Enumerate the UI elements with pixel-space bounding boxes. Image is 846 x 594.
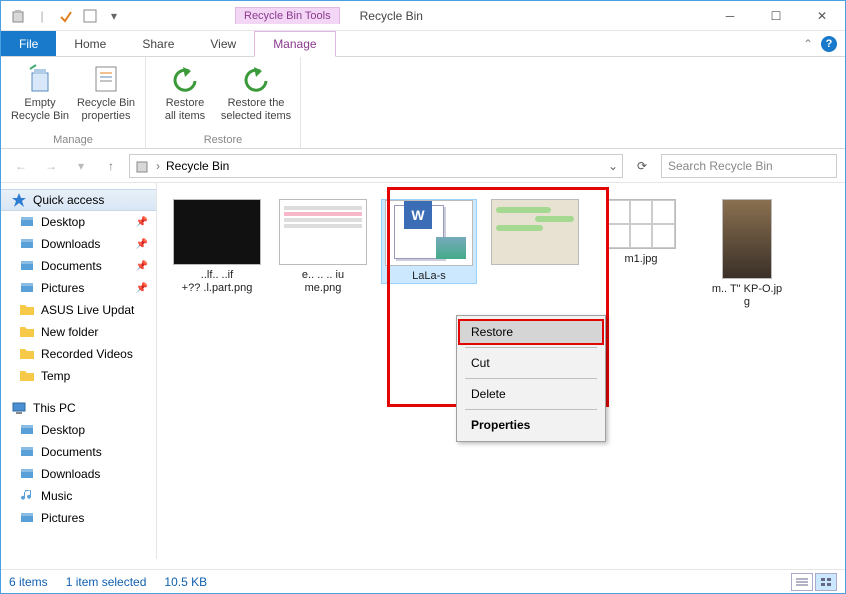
file-item[interactable]: m1.jpg — [593, 199, 689, 266]
qat-item[interactable] — [55, 5, 77, 27]
file-item[interactable]: m.. T" KP-O.jp g — [699, 199, 795, 309]
context-menu: Restore Cut Delete Properties — [456, 315, 606, 442]
sidebar-item[interactable]: Downloads📌 — [1, 233, 156, 255]
sidebar-item[interactable]: Music — [1, 485, 156, 507]
search-input[interactable]: Search Recycle Bin — [661, 154, 837, 178]
ribbon: Empty Recycle Bin Recycle Bin properties… — [1, 57, 845, 149]
main-area: Quick access Desktop📌Downloads📌Documents… — [1, 183, 845, 559]
file-item[interactable] — [487, 199, 583, 269]
manage-tab[interactable]: Manage — [254, 31, 335, 57]
context-menu-item[interactable]: Restore — [459, 320, 603, 344]
sidebar-item[interactable]: ASUS Live Updat — [1, 299, 156, 321]
breadcrumb[interactable]: Recycle Bin — [166, 159, 229, 173]
contextual-tab-label: Recycle Bin Tools — [235, 7, 340, 24]
file-item[interactable]: e.. .. .. iu me.png — [275, 199, 371, 295]
ribbon-group-manage: Empty Recycle Bin Recycle Bin properties… — [1, 57, 146, 148]
sidebar-this-pc[interactable]: This PC — [1, 397, 156, 419]
file-item[interactable]: WLaLa-s — [381, 199, 477, 284]
file-item[interactable]: ..lf.. ..if +?? .l.part.png — [169, 199, 265, 295]
recycle-bin-icon — [134, 158, 150, 174]
empty-recycle-bin-button[interactable]: Empty Recycle Bin — [9, 61, 71, 132]
sidebar-item[interactable]: Pictures📌 — [1, 277, 156, 299]
context-menu-item[interactable]: Properties — [459, 413, 603, 437]
window-controls: ─ ☐ ✕ — [707, 1, 845, 31]
close-button[interactable]: ✕ — [799, 1, 845, 31]
sidebar-item[interactable]: Pictures — [1, 507, 156, 529]
view-tab[interactable]: View — [192, 31, 254, 56]
restore-all-button[interactable]: Restore all items — [154, 61, 216, 132]
sidebar-item[interactable]: Temp — [1, 365, 156, 387]
address-dropdown[interactable]: ⌄ — [608, 159, 618, 173]
qat-divider: | — [31, 5, 53, 27]
ribbon-tabs: File Home Share View Manage ⌃ ? — [1, 31, 845, 57]
back-button[interactable]: ← — [9, 154, 33, 178]
sidebar-item[interactable]: Downloads — [1, 463, 156, 485]
pin-icon: 📌 — [136, 217, 148, 228]
sidebar-item[interactable]: Documents📌 — [1, 255, 156, 277]
recycle-bin-properties-button[interactable]: Recycle Bin properties — [75, 61, 137, 132]
separator — [465, 378, 597, 379]
separator — [465, 347, 597, 348]
separator — [465, 409, 597, 410]
maximize-button[interactable]: ☐ — [753, 1, 799, 31]
sidebar-item[interactable]: Desktop — [1, 419, 156, 441]
sidebar-quick-access[interactable]: Quick access — [1, 189, 156, 211]
qat-item[interactable] — [79, 5, 101, 27]
sidebar-item[interactable]: Documents — [1, 441, 156, 463]
home-tab[interactable]: Home — [56, 31, 124, 56]
status-size: 10.5 KB — [164, 575, 207, 589]
restore-selected-button[interactable]: Restore the selected items — [220, 61, 292, 132]
refresh-button[interactable]: ⟳ — [629, 154, 655, 178]
status-item-count: 6 items — [9, 575, 48, 589]
status-bar: 6 items 1 item selected 10.5 KB — [1, 569, 845, 593]
status-selection: 1 item selected — [66, 575, 147, 589]
pin-icon: 📌 — [136, 283, 148, 294]
sidebar-item[interactable]: Recorded Videos — [1, 343, 156, 365]
address-box[interactable]: › Recycle Bin ⌄ — [129, 154, 623, 178]
context-menu-item[interactable]: Cut — [459, 351, 603, 375]
titlebar: | ▾ Recycle Bin Tools Recycle Bin ─ ☐ ✕ — [1, 1, 845, 31]
quick-access-toolbar: | ▾ — [1, 5, 125, 27]
context-menu-item[interactable]: Delete — [459, 382, 603, 406]
sidebar-item[interactable]: Desktop📌 — [1, 211, 156, 233]
window-title: Recycle Bin — [360, 9, 423, 23]
pin-icon: 📌 — [136, 261, 148, 272]
pin-icon: 📌 — [136, 239, 148, 250]
chevron-right-icon[interactable]: › — [156, 159, 160, 173]
details-view-button[interactable] — [791, 573, 813, 591]
recent-dropdown[interactable]: ▾ — [69, 154, 93, 178]
recycle-bin-icon[interactable] — [7, 5, 29, 27]
help-icon[interactable]: ? — [821, 36, 837, 52]
collapse-ribbon-icon[interactable]: ⌃ — [803, 37, 813, 51]
ribbon-group-restore: Restore all items Restore the selected i… — [146, 57, 301, 148]
address-bar: ← → ▾ ↑ › Recycle Bin ⌄ ⟳ Search Recycle… — [1, 149, 845, 183]
forward-button[interactable]: → — [39, 154, 63, 178]
file-tab[interactable]: File — [1, 31, 56, 56]
sidebar-item[interactable]: New folder — [1, 321, 156, 343]
navigation-pane[interactable]: Quick access Desktop📌Downloads📌Documents… — [1, 183, 157, 559]
icons-view-button[interactable] — [815, 573, 837, 591]
up-button[interactable]: ↑ — [99, 154, 123, 178]
minimize-button[interactable]: ─ — [707, 1, 753, 31]
qat-dropdown[interactable]: ▾ — [103, 5, 125, 27]
share-tab[interactable]: Share — [124, 31, 192, 56]
